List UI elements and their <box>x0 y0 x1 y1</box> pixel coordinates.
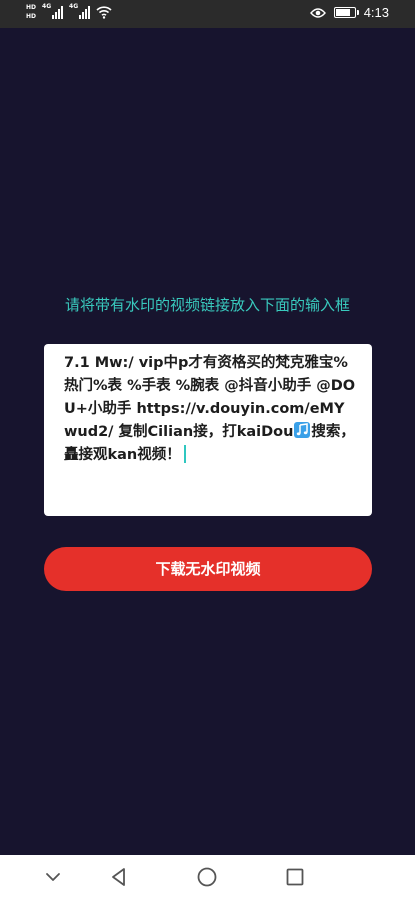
eye-icon <box>309 7 326 18</box>
chevron-down-icon[interactable] <box>42 866 64 888</box>
signal-icon-2: 4G <box>69 3 91 19</box>
status-left-icons: HD HD 4G 4G <box>26 3 112 21</box>
video-link-input[interactable]: 7.1 Mw:/ vip中p才有资格买的梵克雅宝%热门%表 %手表 %腕表 @抖… <box>44 344 372 516</box>
home-icon[interactable] <box>196 866 218 888</box>
clock: 4:13 <box>363 5 389 20</box>
network-type-label-2: 4G <box>69 3 79 10</box>
system-nav-bar <box>0 855 415 900</box>
battery-fill <box>335 9 351 16</box>
status-bar: HD HD 4G 4G 4:13 <box>0 0 415 28</box>
recents-icon[interactable] <box>284 866 306 888</box>
network-type-label: 4G <box>42 3 52 10</box>
hd-indicator: HD HD <box>26 3 36 21</box>
instruction-text: 请将带有水印的视频链接放入下面的输入框 <box>64 296 350 314</box>
signal-icon: 4G <box>42 3 64 19</box>
hd-top-label: HD <box>26 4 37 11</box>
back-icon[interactable] <box>108 866 130 888</box>
wifi-icon <box>96 6 112 19</box>
text-cursor <box>183 445 186 463</box>
music-note-icon <box>294 422 311 438</box>
download-no-watermark-button[interactable]: 下载无水印视频 <box>44 547 372 591</box>
hd-bottom-label: HD <box>26 13 37 20</box>
status-right-icons: 4:13 <box>309 5 389 20</box>
battery-icon <box>333 7 359 18</box>
